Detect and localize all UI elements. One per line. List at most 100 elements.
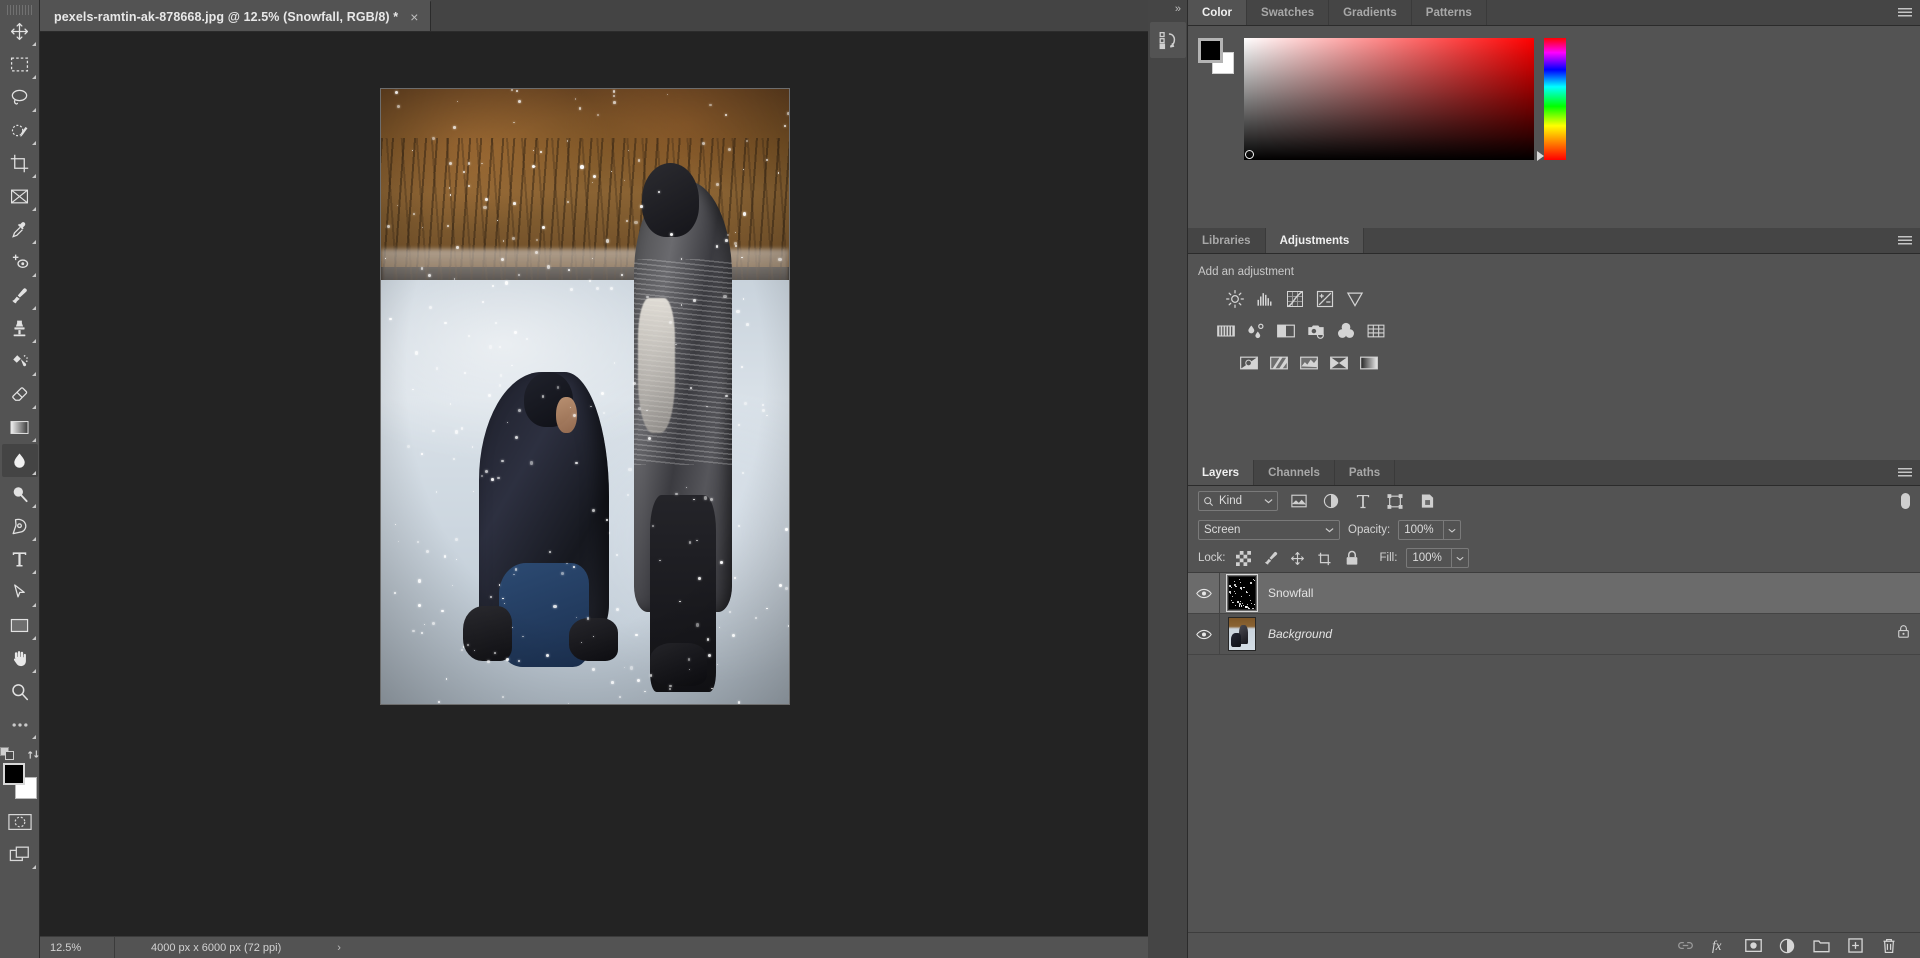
panel-menu-icon[interactable] bbox=[1898, 235, 1912, 246]
quick-selection-tool[interactable] bbox=[2, 114, 38, 147]
screen-mode-button[interactable] bbox=[2, 838, 38, 871]
delete-layer-icon[interactable] bbox=[1880, 937, 1898, 955]
gradient-tool[interactable] bbox=[2, 411, 38, 444]
brush-tool[interactable] bbox=[2, 279, 38, 312]
layer-thumbnail[interactable] bbox=[1226, 574, 1258, 612]
tab-libraries[interactable]: Libraries bbox=[1188, 228, 1266, 253]
layer-row-background[interactable]: Background bbox=[1188, 613, 1920, 655]
fill-value[interactable]: 100% bbox=[1407, 549, 1451, 567]
filter-adjustment-icon[interactable] bbox=[1320, 491, 1342, 511]
eraser-tool[interactable] bbox=[2, 378, 38, 411]
foreground-color-swatch[interactable] bbox=[2, 763, 25, 785]
curves-icon[interactable] bbox=[1284, 288, 1306, 310]
blur-tool[interactable] bbox=[1, 444, 38, 477]
layer-row-snowfall[interactable]: Snowfall bbox=[1188, 573, 1920, 614]
eyedropper-tool[interactable] bbox=[2, 213, 38, 246]
spot-healing-brush-tool[interactable] bbox=[2, 246, 38, 279]
layer-thumbnail[interactable] bbox=[1228, 617, 1256, 651]
filter-shape-icon[interactable] bbox=[1384, 491, 1406, 511]
layer-name[interactable]: Snowfall bbox=[1268, 586, 1313, 600]
invert-icon[interactable] bbox=[1238, 352, 1260, 374]
layer-visibility-toggle[interactable] bbox=[1188, 613, 1220, 655]
hue-saturation-icon[interactable] bbox=[1215, 320, 1237, 342]
tab-patterns[interactable]: Patterns bbox=[1412, 0, 1487, 25]
lock-transparent-pixels-icon[interactable] bbox=[1235, 549, 1253, 567]
color-spectrum-field[interactable] bbox=[1244, 38, 1534, 160]
lock-image-pixels-icon[interactable] bbox=[1262, 549, 1280, 567]
gradient-map-icon[interactable] bbox=[1328, 352, 1350, 374]
tab-gradients[interactable]: Gradients bbox=[1329, 0, 1412, 25]
hue-slider[interactable] bbox=[1537, 38, 1566, 161]
selective-color-icon[interactable] bbox=[1358, 352, 1380, 374]
fill-stepper[interactable] bbox=[1451, 549, 1468, 567]
crop-tool[interactable] bbox=[2, 147, 38, 180]
rectangle-tool[interactable] bbox=[2, 609, 38, 642]
collapse-panels-icon[interactable]: » bbox=[1148, 0, 1187, 18]
opacity-stepper[interactable] bbox=[1443, 521, 1460, 539]
frame-tool[interactable] bbox=[2, 180, 38, 213]
dodge-tool[interactable] bbox=[2, 477, 38, 510]
threshold-icon[interactable] bbox=[1298, 352, 1320, 374]
history-panel-icon[interactable] bbox=[1149, 22, 1186, 58]
document-tab[interactable]: pexels-ramtin-ak-878668.jpg @ 12.5% (Sno… bbox=[40, 0, 432, 31]
link-layers-icon[interactable] bbox=[1676, 937, 1694, 955]
move-tool[interactable] bbox=[2, 15, 38, 48]
new-adjustment-layer-icon[interactable] bbox=[1778, 937, 1796, 955]
default-colors-button[interactable] bbox=[0, 747, 22, 761]
tab-color[interactable]: Color bbox=[1188, 0, 1248, 25]
path-selection-tool[interactable] bbox=[2, 576, 38, 609]
add-mask-icon[interactable] bbox=[1744, 937, 1762, 955]
close-icon[interactable]: × bbox=[410, 10, 418, 24]
color-lookup-icon[interactable] bbox=[1365, 320, 1387, 342]
layer-visibility-toggle[interactable] bbox=[1188, 573, 1220, 614]
photo-filter-icon[interactable] bbox=[1305, 320, 1327, 342]
color-panel-swatches[interactable] bbox=[1198, 38, 1234, 74]
color-panel-foreground-swatch[interactable] bbox=[1198, 38, 1223, 63]
color-balance-icon[interactable] bbox=[1245, 320, 1267, 342]
layer-list[interactable]: Snowfall Background bbox=[1188, 572, 1920, 932]
blend-mode-select[interactable]: Screen bbox=[1198, 520, 1340, 540]
quick-mask-button[interactable] bbox=[2, 805, 38, 838]
panel-menu-icon[interactable] bbox=[1898, 467, 1912, 478]
posterize-icon[interactable] bbox=[1268, 352, 1290, 374]
opacity-value[interactable]: 100% bbox=[1399, 521, 1443, 539]
new-layer-icon[interactable] bbox=[1846, 937, 1864, 955]
panel-menu-icon[interactable] bbox=[1898, 7, 1912, 18]
canvas-area[interactable] bbox=[40, 32, 1148, 762]
fill-field[interactable]: 100% bbox=[1406, 548, 1470, 568]
channel-mixer-icon[interactable] bbox=[1335, 320, 1357, 342]
status-expand-icon[interactable]: › bbox=[337, 942, 341, 954]
new-group-icon[interactable] bbox=[1812, 937, 1830, 955]
clone-stamp-tool[interactable] bbox=[2, 312, 38, 345]
filter-smart-object-icon[interactable] bbox=[1416, 491, 1438, 511]
tab-adjustments[interactable]: Adjustments bbox=[1265, 228, 1365, 253]
hue-slider-marker[interactable] bbox=[1537, 151, 1544, 161]
swap-colors-icon[interactable] bbox=[27, 748, 40, 761]
image-canvas[interactable] bbox=[381, 89, 789, 704]
color-swatches[interactable] bbox=[2, 763, 37, 799]
tab-swatches[interactable]: Swatches bbox=[1247, 0, 1330, 25]
filter-type-icon[interactable] bbox=[1352, 491, 1374, 511]
brightness-contrast-icon[interactable] bbox=[1224, 288, 1246, 310]
filter-pixel-icon[interactable] bbox=[1288, 491, 1310, 511]
layer-filter-kind-select[interactable]: Kind bbox=[1198, 491, 1278, 511]
black-white-icon[interactable] bbox=[1275, 320, 1297, 342]
toolbar-drag-handle[interactable] bbox=[6, 5, 33, 15]
hand-tool[interactable] bbox=[2, 642, 38, 675]
layer-style-icon[interactable]: fx bbox=[1710, 937, 1728, 955]
vibrance-icon[interactable] bbox=[1344, 288, 1366, 310]
layer-name[interactable]: Background bbox=[1268, 627, 1332, 641]
tab-layers[interactable]: Layers bbox=[1188, 460, 1255, 485]
filter-enable-toggle[interactable] bbox=[1901, 493, 1910, 509]
lock-position-icon[interactable] bbox=[1289, 549, 1307, 567]
rectangular-marquee-tool[interactable] bbox=[2, 48, 38, 81]
pen-tool[interactable] bbox=[2, 510, 38, 543]
lasso-tool[interactable] bbox=[2, 81, 38, 114]
exposure-icon[interactable] bbox=[1314, 288, 1336, 310]
more-tools-button[interactable] bbox=[2, 708, 38, 741]
zoom-tool[interactable] bbox=[2, 675, 38, 708]
color-field-cursor[interactable] bbox=[1245, 150, 1254, 159]
levels-icon[interactable] bbox=[1254, 288, 1276, 310]
tab-paths[interactable]: Paths bbox=[1335, 460, 1396, 485]
zoom-level-field[interactable]: 12.5% bbox=[40, 942, 114, 954]
